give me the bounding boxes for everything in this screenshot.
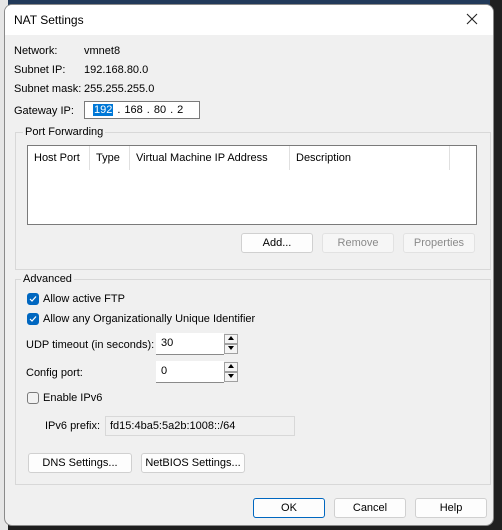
octet-separator: . xyxy=(170,104,174,116)
config-port-spinner xyxy=(224,362,238,384)
list-header: Host Port Type Virtual Machine IP Addres… xyxy=(28,146,476,172)
network-label: Network: xyxy=(14,45,58,57)
nat-settings-dialog: NAT Settings Network: vmnet8 Subnet IP: … xyxy=(4,4,494,526)
ipv6-prefix-label: IPv6 prefix: xyxy=(45,420,101,432)
port-forwarding-group-label: Port Forwarding xyxy=(23,126,106,138)
enable-ipv6-label: Enable IPv6 xyxy=(43,392,103,404)
add-button[interactable]: Add... xyxy=(241,233,313,253)
spin-down-button[interactable] xyxy=(224,344,238,354)
column-header-description[interactable]: Description xyxy=(290,146,450,170)
spin-up-button[interactable] xyxy=(224,334,238,344)
netbios-settings-button[interactable]: NetBIOS Settings... xyxy=(141,453,245,473)
udp-timeout-spinner xyxy=(224,334,238,356)
allow-oui-label: Allow any Organizationally Unique Identi… xyxy=(43,313,256,325)
arrow-up-icon xyxy=(228,364,234,370)
checkbox-checked-icon xyxy=(27,313,39,325)
checkbox-unchecked-icon xyxy=(27,392,39,404)
spin-up-button[interactable] xyxy=(224,362,238,372)
gateway-ip-label: Gateway IP: xyxy=(14,105,74,117)
allow-oui-checkbox[interactable]: Allow any Organizationally Unique Identi… xyxy=(27,313,255,325)
dns-settings-button[interactable]: DNS Settings... xyxy=(28,453,132,473)
ok-button[interactable]: OK xyxy=(253,498,325,518)
advanced-group-label: Advanced xyxy=(21,273,74,285)
port-forwarding-list[interactable]: Host Port Type Virtual Machine IP Addres… xyxy=(27,145,477,225)
gateway-octet-4[interactable]: 2 xyxy=(177,104,183,116)
allow-active-ftp-label: Allow active FTP xyxy=(43,293,125,305)
arrow-down-icon xyxy=(228,374,234,380)
dialog-title: NAT Settings xyxy=(14,13,84,27)
gateway-ip-input[interactable]: 192 . 168 . 80 . 2 xyxy=(84,101,200,119)
octet-separator: . xyxy=(117,104,121,116)
network-value: vmnet8 xyxy=(84,45,121,57)
properties-button[interactable]: Properties xyxy=(403,233,475,253)
gateway-octet-2[interactable]: 168 xyxy=(124,104,142,116)
column-header-host-port[interactable]: Host Port xyxy=(28,146,90,170)
subnet-ip-label: Subnet IP: xyxy=(14,64,66,76)
subnet-mask-label: Subnet mask: xyxy=(14,83,82,95)
title-bar: NAT Settings xyxy=(5,5,493,35)
remove-button[interactable]: Remove xyxy=(322,233,394,253)
arrow-up-icon xyxy=(228,336,234,342)
subnet-ip-value: 192.168.80.0 xyxy=(84,64,149,76)
arrow-down-icon xyxy=(228,346,234,352)
gateway-octet-3[interactable]: 80 xyxy=(154,104,166,116)
udp-timeout-input[interactable]: 30 xyxy=(156,333,224,355)
subnet-mask-value: 255.255.255.0 xyxy=(84,83,155,95)
checkbox-checked-icon xyxy=(27,293,39,305)
gateway-octet-1[interactable]: 192 xyxy=(93,104,114,116)
close-icon xyxy=(466,13,478,28)
column-header-vm-ip[interactable]: Virtual Machine IP Address xyxy=(130,146,290,170)
config-port-label: Config port: xyxy=(26,367,83,379)
close-button[interactable] xyxy=(451,5,493,35)
octet-separator: . xyxy=(146,104,150,116)
enable-ipv6-checkbox[interactable]: Enable IPv6 xyxy=(27,392,102,404)
cancel-button[interactable]: Cancel xyxy=(334,498,406,518)
help-button[interactable]: Help xyxy=(415,498,487,518)
allow-active-ftp-checkbox[interactable]: Allow active FTP xyxy=(27,293,125,305)
ipv6-prefix-field[interactable]: fd15:4ba5:5a2b:1008::/64 xyxy=(105,416,295,436)
spin-down-button[interactable] xyxy=(224,372,238,382)
column-header-type[interactable]: Type xyxy=(90,146,130,170)
config-port-input[interactable]: 0 xyxy=(156,361,224,383)
udp-timeout-label: UDP timeout (in seconds): xyxy=(26,339,155,351)
